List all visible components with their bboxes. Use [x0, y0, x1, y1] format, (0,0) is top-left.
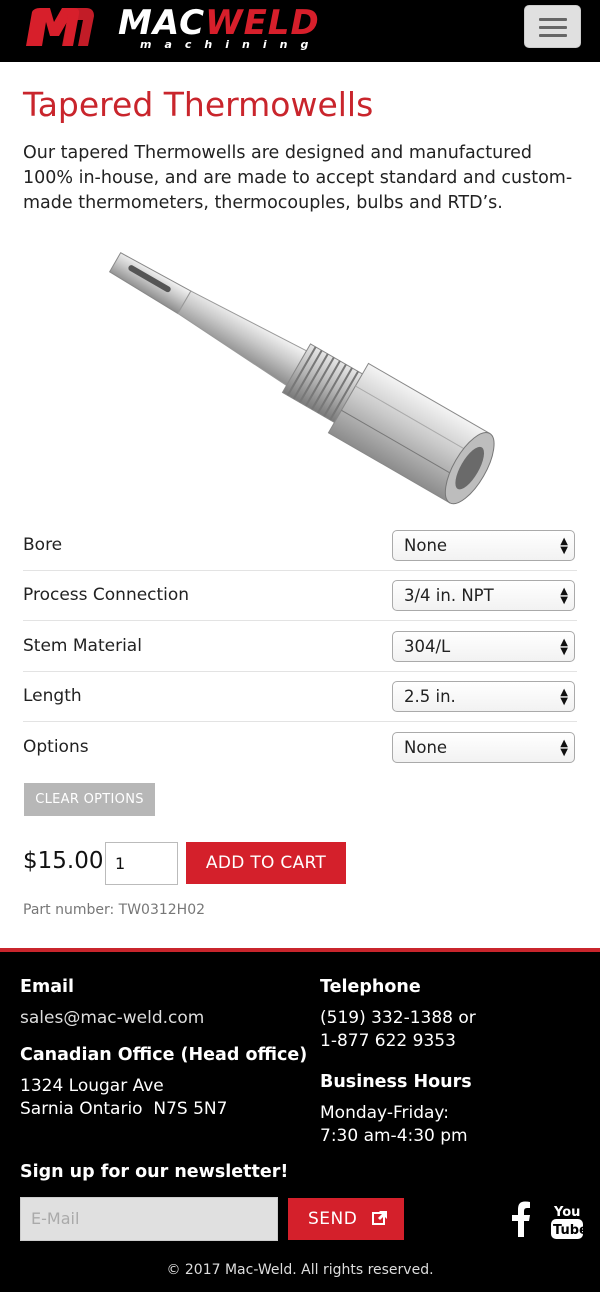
option-row-process-connection: Process Connection 3/4 in. NPT ▲ ▼	[23, 571, 577, 621]
select-value: None	[404, 536, 448, 555]
select-value: None	[404, 738, 448, 757]
select-arrows-icon: ▲ ▼	[560, 738, 568, 758]
telephone-heading: Telephone	[320, 977, 421, 997]
stem-material-select[interactable]: 304/L ▲ ▼	[392, 631, 575, 662]
bore-select[interactable]: None ▲ ▼	[392, 530, 575, 561]
product-description: Our tapered Thermowells are designed and…	[23, 143, 573, 213]
option-row-bore: Bore None ▲ ▼	[23, 521, 577, 571]
menu-button[interactable]	[524, 5, 581, 48]
logo-weld-text: WELD	[205, 3, 320, 43]
options-select[interactable]: None ▲ ▼	[392, 732, 575, 763]
macweld-logo[interactable]: MACWELD machining	[22, 3, 362, 51]
length-select[interactable]: 2.5 in. ▲ ▼	[392, 681, 575, 712]
external-link-icon	[372, 1211, 387, 1225]
option-row-stem-material: Stem Material 304/L ▲ ▼	[23, 622, 577, 672]
option-row-options: Options None ▲ ▼	[23, 723, 577, 773]
telephone-line2[interactable]: 1-877 622 9353	[320, 1030, 456, 1053]
office-heading: Canadian Office (Head office)	[20, 1045, 308, 1065]
add-to-cart-button[interactable]: ADD TO CART	[186, 842, 346, 884]
send-label: SEND	[308, 1209, 358, 1229]
option-row-length: Length 2.5 in. ▲ ▼	[23, 672, 577, 722]
youtube-icon[interactable]: You Tube	[550, 1202, 584, 1240]
option-label: Length	[23, 686, 82, 706]
email-link[interactable]: sales@mac-weld.com	[20, 1007, 204, 1030]
office-address-line2: Sarnia Ontario N7S 5N7	[20, 1099, 228, 1119]
hamburger-line	[539, 26, 567, 29]
select-value: 2.5 in.	[404, 687, 456, 706]
select-arrows-icon: ▲ ▼	[560, 637, 568, 657]
product-price: $15.00	[23, 848, 104, 874]
option-label: Process Connection	[23, 585, 190, 605]
clear-options-button[interactable]: CLEAR OPTIONS	[24, 783, 155, 816]
svg-text:Tube: Tube	[553, 1223, 584, 1238]
select-arrows-icon: ▲ ▼	[560, 586, 568, 606]
select-arrows-icon: ▲ ▼	[560, 687, 568, 707]
part-number: Part number: TW0312H02	[23, 902, 206, 918]
logo-mark-icon	[26, 8, 94, 46]
option-label: Options	[23, 737, 89, 757]
office-address-line1: 1324 Lougar Ave	[20, 1076, 164, 1096]
email-heading: Email	[20, 977, 74, 997]
thermowell-product-image	[108, 252, 495, 505]
option-label: Stem Material	[23, 636, 142, 656]
page-title: Tapered Thermowells	[23, 85, 374, 124]
process-connection-select[interactable]: 3/4 in. NPT ▲ ▼	[392, 580, 575, 611]
select-value: 304/L	[404, 637, 451, 656]
newsletter-heading: Sign up for our newsletter!	[20, 1162, 289, 1182]
hamburger-line	[539, 34, 567, 37]
select-value: 3/4 in. NPT	[404, 586, 494, 605]
facebook-icon[interactable]	[510, 1201, 532, 1237]
option-label: Bore	[23, 535, 63, 555]
select-arrows-icon: ▲ ▼	[560, 536, 568, 556]
newsletter-send-button[interactable]: SEND	[288, 1198, 404, 1240]
business-hours-days: Monday-Friday:	[320, 1103, 449, 1123]
copyright-text: © 2017 Mac-Weld. All rights reserved.	[166, 1262, 434, 1278]
site-header: MACWELD machining	[0, 0, 600, 62]
business-hours-time: 7:30 am-4:30 pm	[320, 1126, 468, 1146]
logo-subtitle: machining	[140, 38, 322, 51]
svg-text:You: You	[553, 1205, 580, 1220]
quantity-input[interactable]: 1	[105, 842, 178, 885]
hamburger-icon	[539, 18, 567, 21]
newsletter-email-input[interactable]: E-Mail	[20, 1197, 278, 1241]
telephone-line1[interactable]: (519) 332-1388 or	[320, 1007, 476, 1030]
business-hours-heading: Business Hours	[320, 1072, 472, 1092]
logo-mac-text: MAC	[118, 3, 206, 43]
